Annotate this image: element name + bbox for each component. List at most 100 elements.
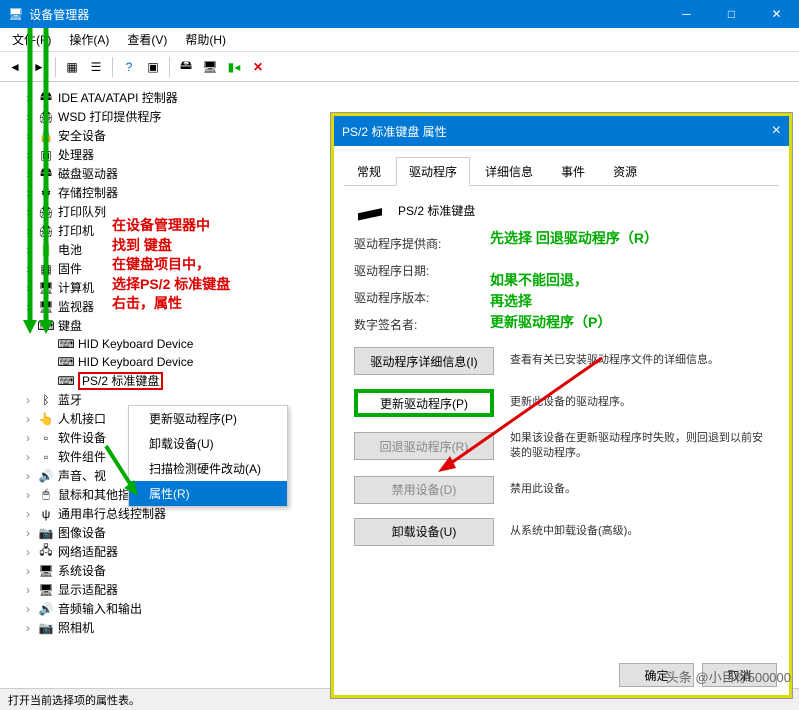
device-icon: 🖥 [38, 582, 54, 598]
info-version: 驱动程序版本: [354, 289, 769, 306]
expander-icon[interactable]: › [22, 243, 34, 257]
device-icon: 👆 [38, 411, 54, 427]
tree-label: 安全设备 [58, 127, 106, 144]
expander-icon[interactable]: › [22, 300, 34, 314]
rollback-driver-button[interactable]: 回退驱动程序(R) [354, 432, 494, 460]
expander-icon[interactable]: › [22, 91, 34, 105]
expander-icon[interactable]: ˅ [22, 319, 34, 333]
device-icon: 🖨 [38, 109, 54, 125]
update-driver-button[interactable]: 更新驱动程序(P) [354, 389, 494, 417]
tree-label: 软件组件 [58, 448, 106, 465]
tree-icon[interactable]: ☰ [85, 56, 107, 78]
expander-icon[interactable]: › [22, 412, 34, 426]
uninstall-device-button[interactable]: 卸载设备(U) [354, 518, 494, 546]
tab[interactable]: 详细信息 [472, 157, 546, 186]
tab[interactable]: 常规 [344, 157, 394, 186]
device-icon: 🔊 [38, 601, 54, 617]
disable-device-desc: 禁用此设备。 [510, 482, 769, 497]
menu-file[interactable]: 文件(F) [4, 28, 59, 51]
dialog-titlebar: PS/2 标准键盘 属性 × [334, 116, 789, 146]
expander-icon[interactable]: › [22, 205, 34, 219]
tree-label: 打印队列 [58, 203, 106, 220]
tree-label: WSD 打印提供程序 [58, 108, 161, 125]
expander-icon[interactable]: › [22, 450, 34, 464]
enable-icon[interactable]: ▮◂ [223, 56, 245, 78]
tree-label: 键盘 [58, 317, 82, 334]
menu-item[interactable]: 扫描检测硬件改动(A) [129, 456, 287, 481]
maximize-button[interactable]: □ [709, 0, 754, 28]
expander-icon[interactable]: › [22, 393, 34, 407]
tree-label: HID Keyboard Device [78, 337, 193, 351]
properties-dialog: PS/2 标准键盘 属性 × 常规驱动程序详细信息事件资源 ▬ PS/2 标准键… [331, 113, 792, 698]
tab[interactable]: 驱动程序 [396, 157, 470, 186]
delete-icon[interactable]: ✕ [247, 56, 269, 78]
tree-label: 打印机 [58, 222, 94, 239]
help-icon[interactable]: ? [118, 56, 140, 78]
tree-label: 磁盘驱动器 [58, 165, 118, 182]
context-menu: 更新驱动程序(P)卸载设备(U)扫描检测硬件改动(A)属性(R) [128, 405, 288, 507]
menu-action[interactable]: 操作(A) [61, 28, 117, 51]
toolbar: ◄ ► ▦ ☰ ? ▣ 🖴 🖥 ▮◂ ✕ [0, 52, 799, 82]
tree-label: 照相机 [58, 619, 94, 636]
keyboard-icon: ▬ [354, 199, 386, 222]
dialog-body: ▬ PS/2 标准键盘 驱动程序提供商: 驱动程序日期: 驱动程序版本: 数字签… [334, 186, 789, 576]
minimize-button[interactable]: ─ [664, 0, 709, 28]
device-icon: 🖥 [38, 299, 54, 315]
view-icon[interactable]: ▦ [61, 56, 83, 78]
expander-icon[interactable]: › [22, 602, 34, 616]
expander-icon[interactable]: › [22, 583, 34, 597]
expander-icon[interactable]: › [22, 186, 34, 200]
device-icon: 🔊 [38, 468, 54, 484]
tree-label: 监视器 [58, 298, 94, 315]
driver-details-button[interactable]: 驱动程序详细信息(I) [354, 347, 494, 375]
expander-icon[interactable]: › [22, 431, 34, 445]
update-icon[interactable]: 🖥 [199, 56, 221, 78]
rollback-driver-desc: 如果该设备在更新驱动程序时失败，则回退到以前安装的驱动程序。 [510, 431, 769, 462]
tree-label: 人机接口 [58, 410, 106, 427]
expander-icon[interactable]: › [22, 148, 34, 162]
menu-view[interactable]: 查看(V) [119, 28, 175, 51]
tree-label: PS/2 标准键盘 [78, 372, 163, 389]
expander-icon[interactable]: › [22, 526, 34, 540]
device-name: PS/2 标准键盘 [398, 202, 475, 219]
tree-label: 声音、视 [58, 467, 106, 484]
close-button[interactable]: ✕ [754, 0, 799, 28]
tab[interactable]: 资源 [600, 157, 650, 186]
device-icon: 🖧 [38, 544, 54, 560]
expander-icon[interactable]: › [22, 621, 34, 635]
menu-item[interactable]: 卸载设备(U) [129, 431, 287, 456]
window-controls: ─ □ ✕ [664, 0, 799, 28]
expander-icon[interactable]: › [22, 110, 34, 124]
tree-item[interactable]: ›🖴IDE ATA/ATAPI 控制器 [4, 88, 795, 107]
expander-icon[interactable]: › [22, 281, 34, 295]
forward-button[interactable]: ► [28, 56, 50, 78]
update-driver-desc: 更新此设备的驱动程序。 [510, 395, 769, 410]
expander-icon[interactable]: › [22, 167, 34, 181]
scan-icon[interactable]: 🖴 [175, 56, 197, 78]
expander-icon[interactable]: › [22, 564, 34, 578]
uninstall-device-desc: 从系统中卸载设备(高级)。 [510, 524, 769, 539]
back-button[interactable]: ◄ [4, 56, 26, 78]
disable-device-button[interactable]: 禁用设备(D) [354, 476, 494, 504]
expander-icon[interactable]: › [22, 469, 34, 483]
dialog-close-button[interactable]: × [772, 122, 781, 140]
tree-label: 蓝牙 [58, 391, 82, 408]
device-icon: 📷 [38, 620, 54, 636]
tree-label: 图像设备 [58, 524, 106, 541]
menu-item[interactable]: 属性(R) [129, 481, 287, 506]
refresh-icon[interactable]: ▣ [142, 56, 164, 78]
expander-icon[interactable]: › [22, 488, 34, 502]
tree-label: 音频输入和输出 [58, 600, 142, 617]
device-icon: ψ [38, 506, 54, 522]
device-icon: ᛒ [38, 392, 54, 408]
expander-icon[interactable]: › [22, 129, 34, 143]
menu-help[interactable]: 帮助(H) [177, 28, 234, 51]
expander-icon[interactable]: › [22, 262, 34, 276]
expander-icon[interactable]: › [22, 507, 34, 521]
expander-icon[interactable]: › [22, 224, 34, 238]
menu-item[interactable]: 更新驱动程序(P) [129, 406, 287, 431]
expander-icon[interactable]: › [22, 545, 34, 559]
device-icon: 🖱 [38, 487, 54, 503]
device-icon: 📷 [38, 525, 54, 541]
tab[interactable]: 事件 [548, 157, 598, 186]
